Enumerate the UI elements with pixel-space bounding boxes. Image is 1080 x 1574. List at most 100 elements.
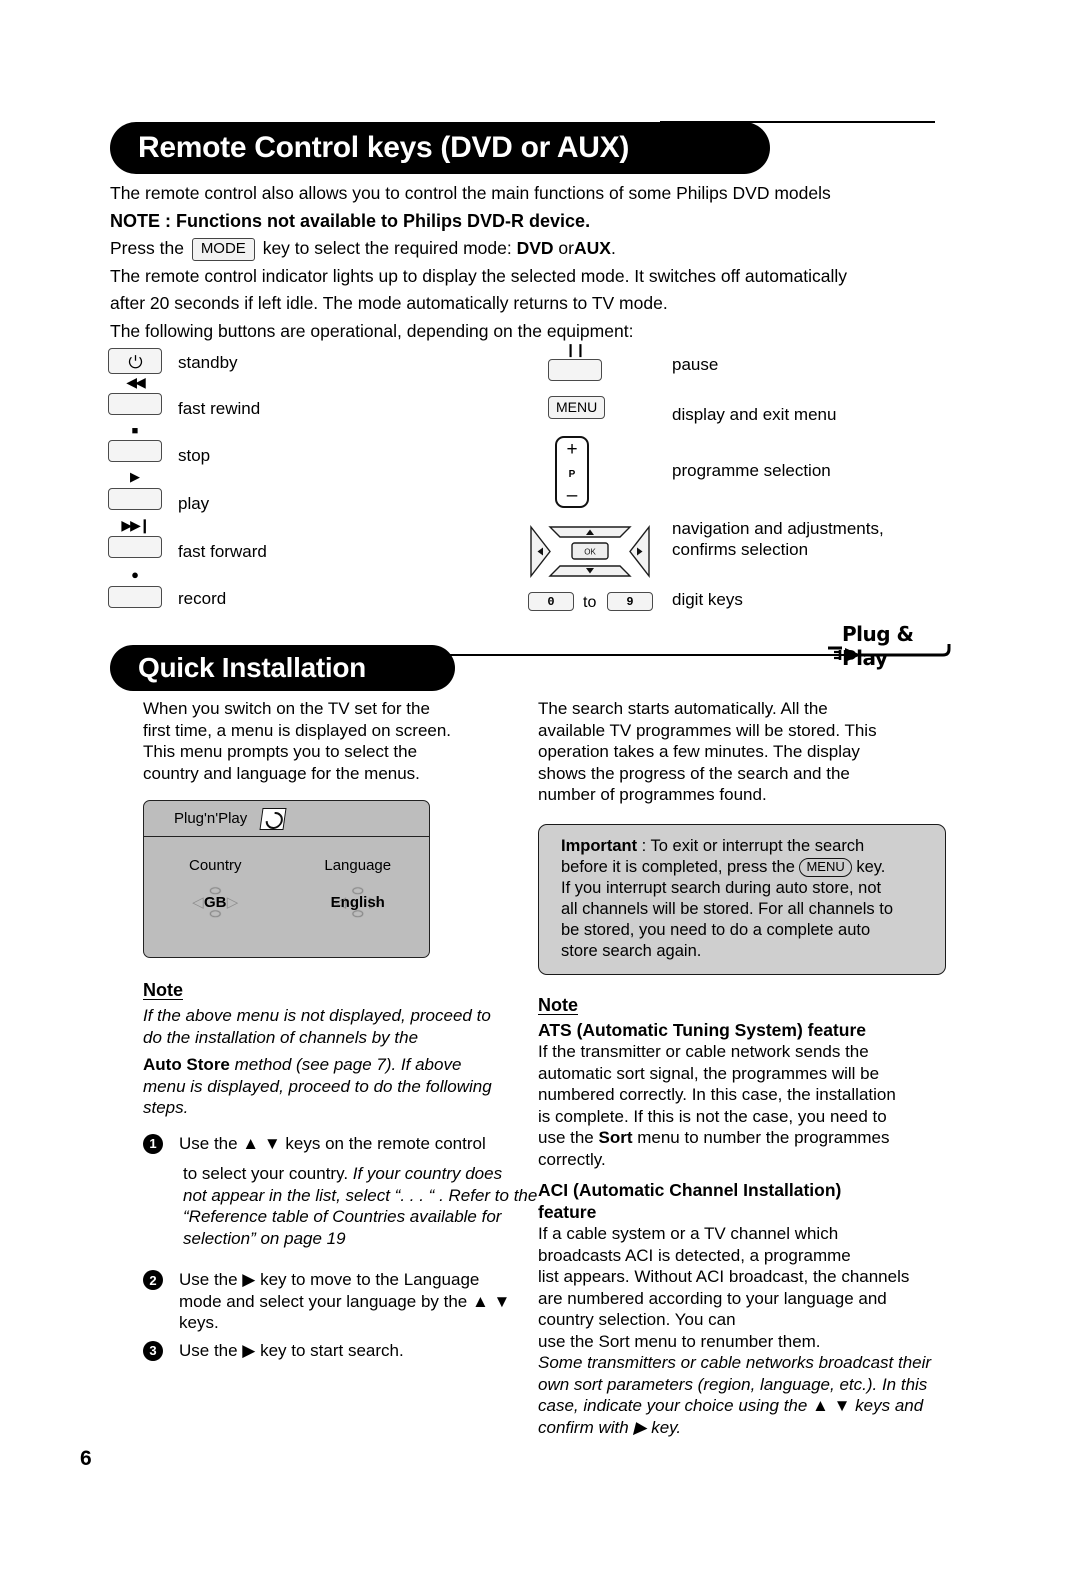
sort-term: Sort [598,1128,633,1147]
osd-language-control[interactable]: ◁ ⬭ ⬭ English ▷ [287,884,430,920]
right-note-heading: Note [538,994,578,1015]
press-aux: AUX [573,238,611,258]
key-menu[interactable]: MENU [548,396,606,419]
intro-note-line: NOTE : Functions not available to Philip… [110,210,591,231]
key-digit-9[interactable]: 9 [607,592,653,611]
intro-line-1: The remote control also allows you to co… [110,183,831,203]
right-search-line-2: available TV programmes will be stored. … [538,720,877,740]
left-note-block: Note If the above menu is not displayed,… [143,980,521,1119]
press-or: or [558,238,574,258]
osd-country-label: Country [188,857,242,874]
key-standby[interactable] [108,348,162,374]
key-programme-selection[interactable]: + P – [555,436,589,508]
step-2: 2 Use the ▶ key to move to the Language … [143,1269,521,1334]
step-1-plain-prefix: to select your country. [183,1164,353,1183]
step-1-line-2: to select your country. If your country … [183,1163,521,1185]
intro-press-line: Press the MODE key to select the require… [110,235,940,263]
step-1-line-4: “Reference table of Countries available … [183,1207,502,1226]
right-search-paragraph: The search starts automatically. All the… [538,698,946,806]
key-label-stop: stop [178,446,211,465]
step-2-body: Use the ▶ key to move to the Language mo… [179,1269,521,1334]
svg-text:OK: OK [584,548,596,557]
key-label-standby: standby [178,353,238,372]
key-play[interactable] [108,488,162,510]
osd-country-right-arrow-icon[interactable]: ▷ [227,893,239,911]
ats-paragraph: If the transmitter or cable network send… [538,1041,946,1170]
osd-language-value: English [330,893,385,911]
ats-heading: ATS (Automatic Tuning System) feature [538,1019,866,1040]
page-number: 6 [80,1447,92,1470]
pause-icon: ❙❙ [565,342,586,357]
left-note-line-4: menu is displayed, proceed to do the fol… [143,1076,492,1096]
left-note-heading: Note [143,980,183,1000]
ats-line-1: If the transmitter or cable network send… [538,1042,869,1061]
step-3-number: 3 [143,1340,163,1361]
mode-key[interactable]: MODE [191,238,255,261]
step-1-body: Use the ▲ ▼ keys on the remote control [179,1133,521,1155]
key-label-navigation-line2: confirms selection [672,540,809,559]
key-label-programme-selection: programme selection [672,461,831,480]
step-1-italic-1: If your country does [352,1164,503,1183]
step-3: 3 Use the ▶ key to start search. [143,1340,521,1362]
press-prefix: Press the [110,238,184,258]
key-label-record: record [178,589,227,608]
key-record[interactable] [108,586,162,608]
plug-and-play-logo: Plug & Play [828,622,958,676]
important-line-1: Important : To exit or interrupt the sea… [561,836,931,857]
key-navigation-pad[interactable]: OK [528,523,652,580]
aci-line-2: broadcasts ACI is detected, a programme [538,1245,851,1265]
step-2-line-2: mode and select your language by the ▲ ▼ [179,1291,511,1311]
step-2-line-1: Use the ▶ key to move to the Language [179,1270,480,1289]
play-icon: ▶ [130,469,140,484]
key-fast-rewind[interactable] [108,393,162,415]
aci-line-6: use the Sort menu to renumber them. [538,1331,821,1351]
aci-heading-line-2: feature [538,1201,597,1222]
aci-italic-line-2: own sort parameters (region, language, e… [538,1374,928,1394]
left-note-line-2: do the installation of channels by the [143,1027,419,1047]
aci-line-5: country selection. You can [538,1310,736,1329]
left-note-line-3-rest: method (see page 7). If above [229,1055,462,1074]
aci-line-4: are numbered according to your language … [538,1288,887,1308]
step-2-line-3: keys. [179,1313,219,1332]
intro-indicator-1: The remote control indicator lights up t… [110,265,847,286]
aci-italic-line-3: case, indicate your choice using the ▲ ▼… [538,1396,924,1415]
osd-title: Plug'n'Play [174,810,248,827]
fast-forward-icon: ▶▶❙ [121,517,150,533]
important-line-4: all channels will be stored. For all cha… [561,899,894,918]
intro-indicator-2: after 20 seconds if left idle. The mode … [110,293,668,313]
aci-line-1: If a cable system or a TV channel which [538,1224,839,1243]
important-label: Important [561,836,638,855]
navigation-pad-icon: OK [530,524,650,579]
key-label-fast-forward: fast forward [178,542,267,561]
osd-country-control[interactable]: ◁ ⬭ ⬭ GB ▷ [144,884,287,920]
step-2-number: 2 [143,1270,163,1290]
aci-paragraph: If a cable system or a TV channel which … [538,1223,946,1352]
ats-line-6: correctly. [538,1149,606,1169]
important-line-6: store search again. [561,941,702,960]
ats-line-2: automatic sort signal, the programmes wi… [538,1063,880,1083]
osd-language-column: Language ◁ ⬭ ⬭ English ▷ [287,857,430,920]
osd-language-label: Language [324,857,392,874]
ats-line-4: is complete. If this is not the case, yo… [538,1106,887,1126]
step-1-detail: to select your country. If your country … [183,1163,538,1249]
key-fast-forward[interactable] [108,536,162,558]
important-menu-key[interactable]: MENU [799,857,852,877]
key-label-digit-keys: digit keys [672,590,743,609]
key-digit-0[interactable]: 0 [528,592,574,611]
plug-cord-icon [828,644,951,662]
osd-columns: Country ◁ ⬭ ⬭ GB ▷ Language ◁ ⬭ ⬭ Englis… [144,857,430,920]
left-intro-line-1: When you switch on the TV set for the [143,699,430,718]
aci-line-3: list appears. Without ACI broadcast, the… [538,1267,910,1286]
auto-store-term: Auto Store [143,1055,230,1074]
key-pause[interactable] [548,359,602,381]
important-line-3: If you interrupt search during auto stor… [561,878,882,897]
left-note-line-5: steps. [143,1098,189,1117]
right-note-block: Note ATS (Automatic Tuning System) featu… [538,995,946,1439]
key-stop[interactable] [108,440,162,462]
section-banner-quick-installation: Quick Installation [110,645,455,691]
press-end: . [610,238,616,258]
step-1-line-3: not appear in the list, select “. . . “ … [183,1185,538,1205]
important-line-1-rest: : To exit or interrupt the search [637,836,865,855]
right-search-line-5: number of programmes found. [538,785,767,804]
left-note-line-3: Auto Store method (see page 7). If above [143,1054,521,1076]
